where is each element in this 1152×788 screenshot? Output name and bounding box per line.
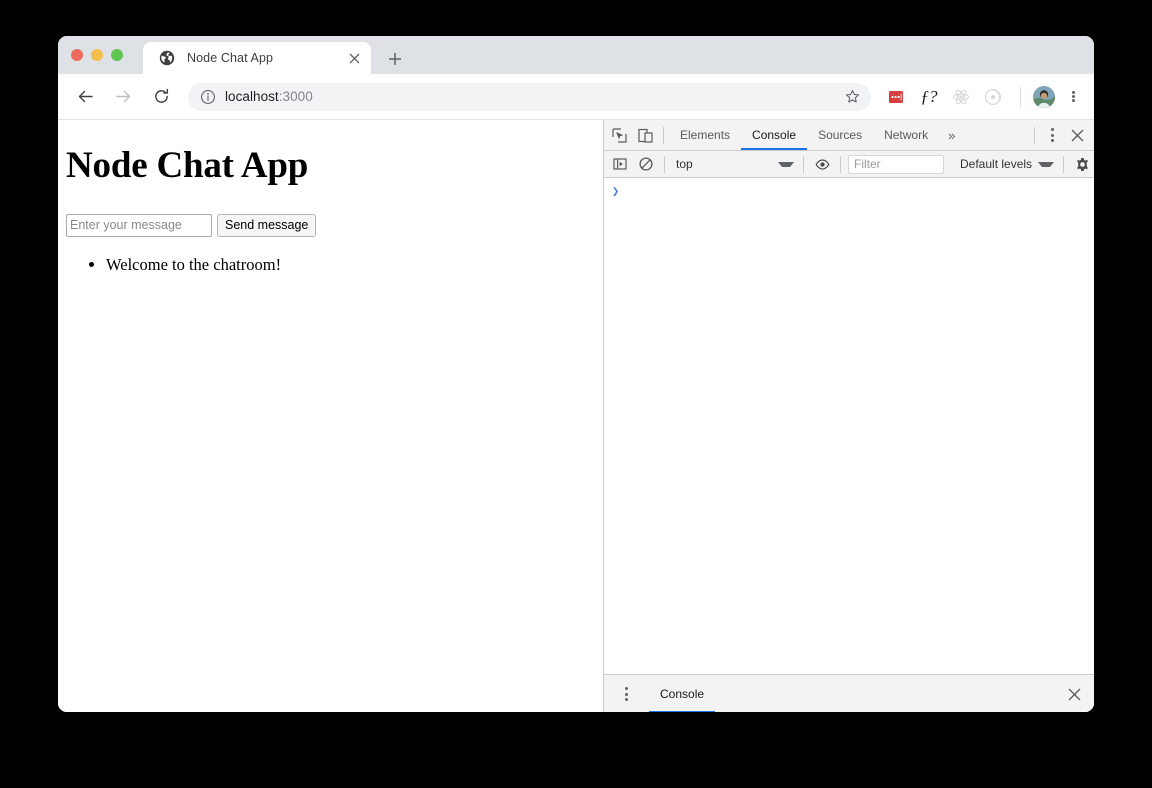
- react-devtools-extension-icon[interactable]: [948, 84, 974, 110]
- reload-button[interactable]: [147, 83, 175, 111]
- toolbar-divider: [664, 155, 665, 173]
- message-input[interactable]: [66, 213, 212, 237]
- arrow-left-icon: [78, 90, 93, 103]
- browser-tab[interactable]: Node Chat App: [143, 42, 371, 74]
- device-toolbar-icon[interactable]: [632, 122, 658, 148]
- devtools-close-icon[interactable]: [1064, 122, 1090, 148]
- new-tab-button[interactable]: [383, 47, 407, 71]
- address-bar-url: localhost:3000: [225, 89, 837, 104]
- redux-devtools-extension-icon[interactable]: [980, 84, 1006, 110]
- reload-icon: [154, 88, 168, 103]
- clear-console-icon[interactable]: [633, 151, 659, 177]
- tab-network[interactable]: Network: [873, 120, 939, 150]
- toolbar-divider: [1020, 86, 1021, 107]
- send-message-button[interactable]: Send message: [217, 213, 317, 237]
- toolbar-divider: [663, 126, 664, 144]
- address-bar[interactable]: localhost:3000: [188, 82, 871, 111]
- back-button[interactable]: [71, 83, 99, 111]
- web-page-content: Node Chat App Send message Welcome to th…: [58, 120, 603, 712]
- toolbar-divider: [803, 155, 804, 173]
- globe-icon: [159, 50, 175, 66]
- tab-strip: Node Chat App: [58, 36, 1094, 74]
- list-item: Welcome to the chatroom!: [106, 254, 595, 275]
- function-extension-icon[interactable]: ƒ?: [916, 84, 942, 110]
- execution-context-select[interactable]: top: [670, 154, 798, 175]
- tab-sources[interactable]: Sources: [807, 120, 873, 150]
- chevron-down-icon: [778, 161, 794, 167]
- info-circle-icon[interactable]: [200, 89, 216, 105]
- browser-toolbar: localhost:3000 ƒ?: [58, 74, 1094, 120]
- console-output[interactable]: ❯: [604, 178, 1094, 674]
- drawer-tab-console[interactable]: Console: [649, 675, 716, 712]
- toolbar-divider: [840, 155, 841, 173]
- messages-list: Welcome to the chatroom!: [66, 254, 595, 275]
- url-host: localhost: [225, 89, 279, 104]
- url-port: :3000: [278, 89, 313, 104]
- console-filter-input[interactable]: [848, 154, 944, 174]
- close-icon[interactable]: [343, 47, 365, 69]
- extension-icons: ƒ?: [881, 84, 1009, 110]
- arrow-right-icon: [115, 90, 130, 103]
- window-close-button[interactable]: [71, 49, 83, 61]
- console-toolbar: top Default levels: [604, 151, 1094, 178]
- devtools-panel: Elements Console Sources Network » top F…: [603, 120, 1094, 712]
- chevron-down-icon: [1038, 161, 1055, 167]
- more-tabs-button[interactable]: »: [939, 128, 964, 143]
- live-expression-icon[interactable]: [809, 151, 835, 177]
- drawer-menu-icon[interactable]: [613, 681, 639, 707]
- console-prompt[interactable]: ❯: [604, 178, 1094, 198]
- viewport-split: Node Chat App Send message Welcome to th…: [58, 120, 1094, 712]
- window-controls: [71, 49, 123, 61]
- avatar[interactable]: [1033, 85, 1055, 108]
- kebab-menu-icon[interactable]: [1060, 84, 1086, 110]
- log-levels-select[interactable]: Default levels: [956, 154, 1058, 175]
- console-prompt-caret: ❯: [612, 184, 620, 198]
- window-maximize-button[interactable]: [111, 49, 123, 61]
- plus-icon: [389, 53, 401, 65]
- inspect-element-icon[interactable]: [606, 122, 632, 148]
- devtools-tabbar: Elements Console Sources Network »: [604, 120, 1094, 151]
- tab-title: Node Chat App: [187, 51, 274, 65]
- lastpass-extension-icon[interactable]: [884, 84, 910, 110]
- toolbar-divider: [1034, 126, 1035, 144]
- chat-form: Send message: [66, 213, 595, 237]
- toolbar-divider: [1063, 155, 1065, 173]
- drawer-close-icon[interactable]: [1061, 681, 1087, 707]
- devtools-menu-icon[interactable]: [1040, 123, 1064, 147]
- page-title: Node Chat App: [66, 145, 309, 186]
- tab-console[interactable]: Console: [741, 120, 808, 150]
- browser-window: Node Chat App localhost:3000 ƒ? Node Cha…: [58, 36, 1094, 712]
- star-icon[interactable]: [841, 86, 863, 108]
- gear-icon[interactable]: [1069, 151, 1094, 177]
- execution-context-label: top: [676, 157, 693, 171]
- console-sidebar-icon[interactable]: [607, 151, 633, 177]
- log-levels-label: Default levels: [960, 157, 1033, 171]
- tab-elements[interactable]: Elements: [669, 120, 741, 150]
- devtools-drawer: Console: [604, 674, 1094, 712]
- window-minimize-button[interactable]: [91, 49, 103, 61]
- forward-button[interactable]: [109, 83, 137, 111]
